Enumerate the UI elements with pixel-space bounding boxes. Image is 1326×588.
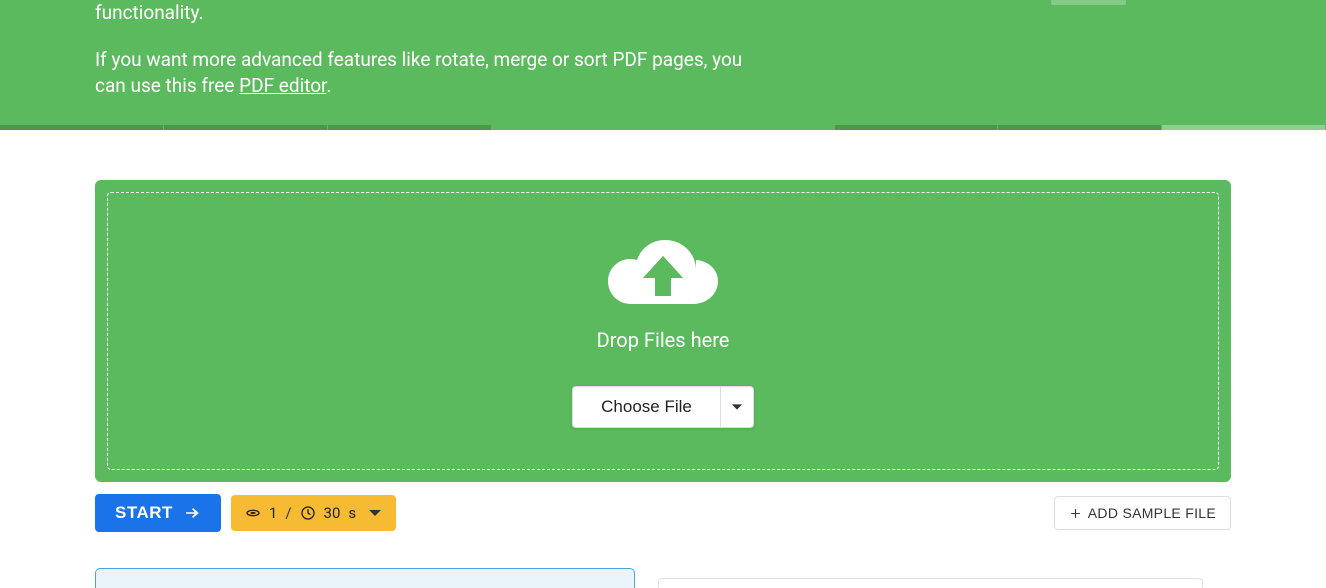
chevron-down-icon xyxy=(731,400,743,414)
progress-seg xyxy=(1162,125,1325,130)
hero-thumb-placeholder xyxy=(1051,0,1126,5)
action-row: START 1 / 30 s ADD SAMPLE FILE xyxy=(95,494,1231,532)
settings-count: 1 xyxy=(269,504,277,522)
lower-panels xyxy=(95,568,1203,588)
progress-seg xyxy=(998,125,1161,130)
hero-description: functionality. If you want more advanced… xyxy=(95,0,745,100)
settings-unit: s xyxy=(348,504,356,522)
file-dropzone[interactable]: Drop Files here Choose File xyxy=(107,192,1219,470)
settings-duration: 30 xyxy=(324,504,341,522)
info-panel-left xyxy=(95,568,635,588)
add-sample-file-button[interactable]: ADD SAMPLE FILE xyxy=(1054,496,1231,530)
choose-file-dropdown[interactable] xyxy=(720,386,754,428)
progress-seg xyxy=(835,125,998,130)
hero-line-2: If you want more advanced features like … xyxy=(95,47,745,100)
hero-line-1: functionality. xyxy=(95,0,745,27)
choose-file-group: Choose File xyxy=(572,386,754,428)
hero-progress-strip xyxy=(0,125,1326,130)
hero-advanced-suffix: . xyxy=(326,74,331,97)
plus-icon xyxy=(1069,507,1082,520)
pdf-editor-link[interactable]: PDF editor xyxy=(239,74,326,97)
dropzone-label: Drop Files here xyxy=(597,328,730,352)
choose-file-button[interactable]: Choose File xyxy=(572,386,720,428)
cloud-upload-icon xyxy=(608,234,718,314)
clock-icon xyxy=(300,505,316,521)
start-button[interactable]: START xyxy=(95,494,221,532)
chevron-down-icon xyxy=(368,506,382,520)
add-sample-label: ADD SAMPLE FILE xyxy=(1088,505,1216,521)
progress-seg xyxy=(164,125,327,130)
start-button-label: START xyxy=(115,503,173,523)
progress-seg xyxy=(0,125,163,130)
settings-pill[interactable]: 1 / 30 s xyxy=(231,495,396,531)
dropzone-container: Drop Files here Choose File xyxy=(95,180,1231,482)
arrow-right-icon xyxy=(183,504,201,522)
progress-seg xyxy=(328,125,491,130)
hero-banner: functionality. If you want more advanced… xyxy=(0,0,1326,130)
hero-advanced-prefix: If you want more advanced features like … xyxy=(95,48,742,98)
progress-seg xyxy=(492,125,834,130)
main-content: Drop Files here Choose File START 1 / 30… xyxy=(0,130,1326,588)
settings-separator: / xyxy=(285,504,291,522)
layers-icon xyxy=(245,505,261,521)
